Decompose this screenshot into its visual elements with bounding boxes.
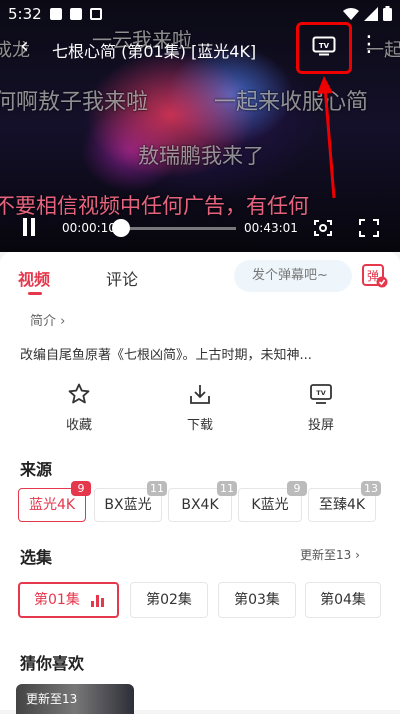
video-title: 七根心简 (第01集) [蓝光4K] <box>52 38 256 62</box>
description: 改编自尾鱼原著《七根凶简》。上古时期，未知神... <box>20 344 312 363</box>
fullscreen-icon[interactable] <box>358 218 380 238</box>
download-icon <box>188 382 212 406</box>
star-icon <box>67 382 91 406</box>
download-button[interactable]: 下载 <box>170 382 230 433</box>
progress-bar[interactable] <box>118 227 236 230</box>
source-option[interactable]: 至臻4K 13 <box>308 488 376 522</box>
pause-icon[interactable] <box>22 218 36 236</box>
episode-label: 第03集 <box>234 592 280 608</box>
sources-title: 来源 <box>20 456 52 480</box>
signal-icon <box>364 7 378 21</box>
notification-outline-icon <box>90 8 102 20</box>
player-controls: 00:00:10 00:43:01 <box>0 212 400 244</box>
danmaku-text: 一起来收服心简 <box>214 84 368 116</box>
episode-label: 第02集 <box>146 592 192 608</box>
screenshot-icon[interactable] <box>312 218 334 238</box>
duration-time: 00:43:01 <box>244 221 298 235</box>
tab-comments[interactable]: 评论 <box>106 266 138 290</box>
episode-button[interactable]: 第02集 <box>130 582 208 618</box>
episodes-update-link[interactable]: 更新至13 › <box>300 546 360 563</box>
detail-panel: 视频 评论 发个弹幕吧~ 弹 简介 › 改编自尾鱼原著《七根凶简》。上古时期，未… <box>0 252 400 710</box>
danmaku-text: 敖瑞鹏我来了 <box>138 140 264 170</box>
video-player[interactable]: 5:32 成龙 一云我来啦 一起 何啊敖子我来啦 一起来收服心简 敖瑞鹏我来了 … <box>0 0 400 252</box>
source-count-badge: 9 <box>71 481 91 496</box>
now-playing-icon <box>91 595 105 607</box>
source-label: 至臻4K <box>319 497 365 513</box>
source-count-badge: 11 <box>147 481 167 496</box>
battery-icon <box>383 6 392 21</box>
episode-button[interactable]: 第03集 <box>218 582 296 618</box>
episode-button[interactable]: 第04集 <box>305 582 381 618</box>
wifi-icon <box>343 7 359 21</box>
danmaku-toggle-icon[interactable]: 弹 <box>362 264 388 288</box>
source-count-badge: 11 <box>217 481 237 496</box>
source-option[interactable]: BX蓝光 11 <box>94 488 162 522</box>
tab-underline <box>28 292 42 295</box>
source-label: K蓝光 <box>251 497 288 513</box>
source-label: 蓝光4K <box>29 497 75 513</box>
tab-video[interactable]: 视频 <box>18 266 50 290</box>
back-icon[interactable]: ‹ <box>20 34 29 59</box>
danmaku-text: 何啊敖子我来啦 <box>0 84 148 116</box>
cast-button[interactable]: TV 投屏 <box>291 382 351 433</box>
download-label: 下载 <box>187 418 213 433</box>
progress-knob[interactable] <box>112 219 130 237</box>
source-count-badge: 9 <box>287 481 307 496</box>
episode-label: 第01集 <box>34 592 80 608</box>
more-icon[interactable]: ⋮ <box>358 32 381 57</box>
recommend-badge: 更新至13 <box>26 690 77 707</box>
danmaku-input[interactable]: 发个弹幕吧~ <box>234 260 352 292</box>
source-option[interactable]: 蓝光4K 9 <box>18 488 86 522</box>
tv-icon: TV <box>309 382 333 406</box>
notification-square-icon <box>70 8 82 20</box>
source-option[interactable]: BX4K 11 <box>168 488 232 522</box>
episode-label: 第04集 <box>320 592 366 608</box>
cast-label: 投屏 <box>308 418 334 433</box>
notification-a-icon <box>50 8 62 20</box>
episode-button[interactable]: 第01集 <box>18 582 119 618</box>
current-time: 00:00:10 <box>62 221 116 235</box>
intro-link[interactable]: 简介 › <box>30 310 65 329</box>
source-count-badge: 13 <box>361 481 381 496</box>
source-label: BX蓝光 <box>104 497 151 513</box>
source-label: BX4K <box>181 497 218 513</box>
recommend-title: 猜你喜欢 <box>20 650 84 674</box>
highlight-box <box>296 22 352 74</box>
source-option[interactable]: K蓝光 9 <box>238 488 302 522</box>
favorite-button[interactable]: 收藏 <box>49 382 109 433</box>
favorite-label: 收藏 <box>66 418 92 433</box>
status-time: 5:32 <box>8 5 42 23</box>
episodes-title: 选集 <box>20 544 52 568</box>
svg-text:TV: TV <box>316 389 325 397</box>
status-icons <box>343 6 392 21</box>
